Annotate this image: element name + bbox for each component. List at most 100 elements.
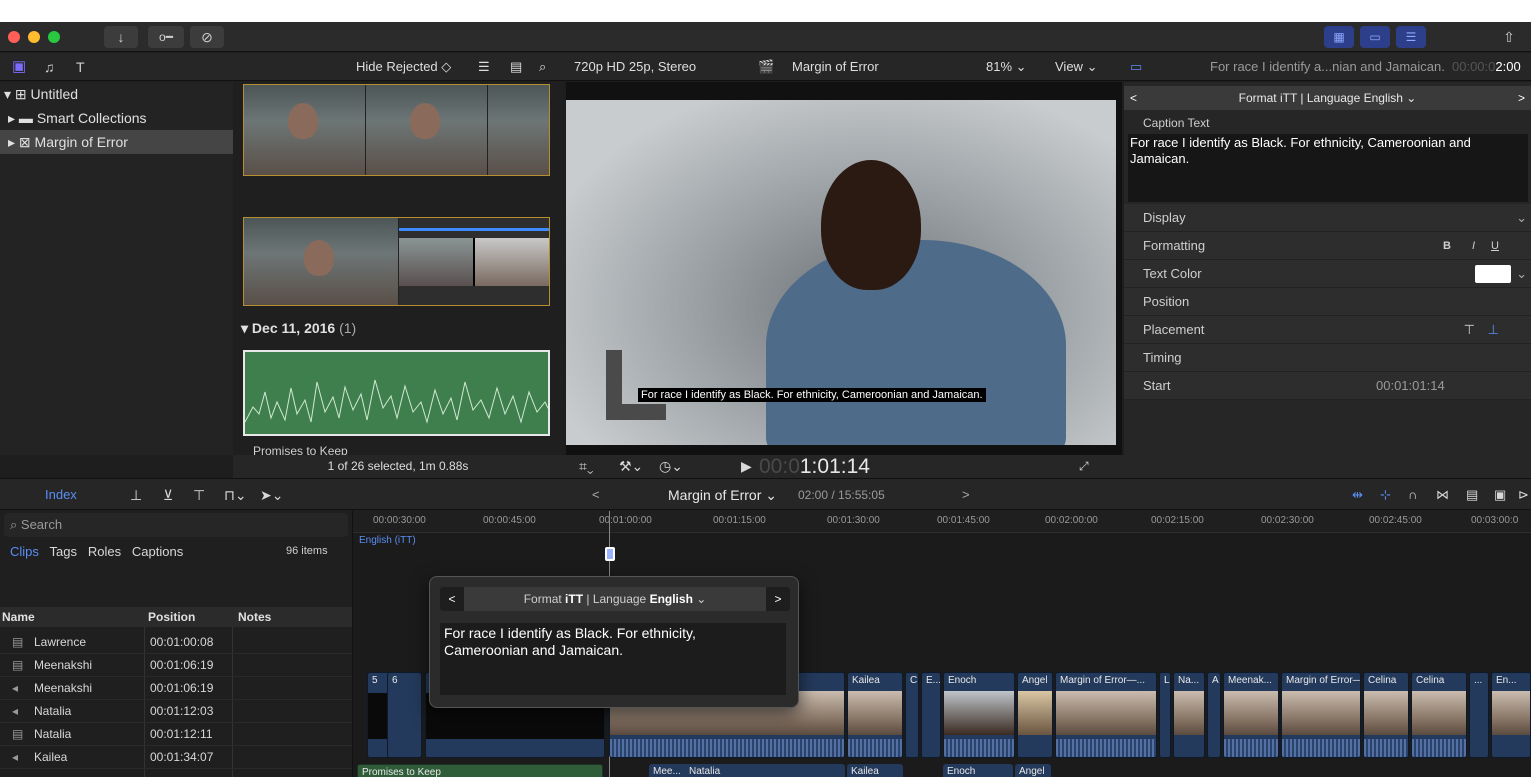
audio-clip[interactable]: Natalia — [685, 764, 845, 777]
forward-icon[interactable]: > — [962, 479, 970, 511]
back-icon[interactable]: < — [592, 479, 600, 511]
date-group-header[interactable]: ▾ Dec 11, 2016 (1) — [241, 320, 356, 337]
caption-marker[interactable] — [605, 547, 615, 561]
timeline-clip[interactable]: Kailea — [847, 672, 903, 758]
timeline-view-icon[interactable]: ▭ — [1360, 26, 1390, 48]
placement-bottom-icon[interactable]: ⊥ — [1488, 316, 1499, 344]
timeline-clip[interactable]: Margin of Error—... — [1055, 672, 1157, 758]
chevron-right-icon[interactable]: > — [766, 587, 790, 611]
timeline-clip[interactable]: ... — [1469, 672, 1489, 758]
clip-filmstrip[interactable] — [243, 217, 550, 306]
zoom-window-button[interactable] — [48, 31, 60, 43]
transitions-icon[interactable]: ⊳ — [1518, 479, 1529, 511]
key-icon[interactable]: o━ — [148, 26, 184, 48]
library-untitled[interactable]: ▾ ⊞ Untitled — [0, 82, 233, 106]
tab-roles[interactable]: Roles — [88, 544, 121, 559]
audio-clip[interactable]: Enoch — [943, 764, 1013, 777]
chevron-left-icon[interactable]: < — [440, 587, 464, 611]
timeline-clip[interactable]: 6 — [387, 672, 422, 758]
italic-button[interactable]: I — [1472, 232, 1475, 260]
caption-text-field[interactable]: For race I identify as Black. For ethnic… — [1128, 134, 1528, 202]
chevron-left-icon[interactable]: < — [1130, 86, 1137, 110]
audio-clip[interactable]: Promises to Keep — [357, 764, 603, 777]
timeline-project-name[interactable]: Margin of Error ⌄ — [668, 479, 777, 511]
search-input[interactable]: ⌕ Search — [4, 513, 348, 537]
photos-audio-icon[interactable]: ♫ — [44, 53, 55, 81]
table-row[interactable]: ▤ Meenakshi 00:01:06:19 — [0, 654, 352, 677]
popover-caption-field[interactable]: For race I identify as Black. For ethnic… — [440, 623, 786, 695]
clip-appearance-icon[interactable]: ☰ — [478, 53, 490, 81]
transform-icon[interactable]: ⌗⌄ — [579, 458, 594, 475]
underline-button[interactable]: U — [1491, 232, 1499, 260]
hide-rejected-filter[interactable]: Hide Rejected ◇ — [356, 53, 451, 81]
tab-captions[interactable]: Captions — [132, 544, 183, 559]
smart-collections-item[interactable]: ▸ ▬ Smart Collections — [0, 106, 233, 130]
timeline-clip[interactable]: L — [1159, 672, 1171, 758]
search-icon[interactable]: ⌕ — [539, 53, 546, 81]
timeline-ruler[interactable]: 00:00:30:00 00:00:45:00 00:01:00:00 00:0… — [353, 511, 1531, 533]
skimming-icon[interactable]: ⇹ — [1352, 479, 1363, 511]
table-row[interactable]: ◂ Meenakshi 00:01:06:19 — [0, 677, 352, 700]
filmstrip-icon[interactable]: ▤ — [510, 53, 522, 81]
audio-skimming-icon[interactable]: ⊹ — [1380, 479, 1391, 511]
timeline-clip[interactable]: Margin of Error—P... — [1281, 672, 1361, 758]
index-button[interactable]: Index — [45, 479, 77, 511]
audio-clip[interactable]: Angel — [1015, 764, 1051, 777]
connect-clip-icon[interactable]: ⊥ — [130, 479, 142, 511]
column-name[interactable]: Name — [2, 607, 35, 627]
timeline-clip[interactable]: Angel — [1017, 672, 1053, 758]
column-notes[interactable]: Notes — [238, 607, 271, 627]
titles-generators-icon[interactable]: T — [76, 53, 85, 81]
clapper-star-icon[interactable]: ▣ — [12, 53, 26, 81]
placement-top-icon[interactable]: ⊤ — [1464, 316, 1475, 344]
download-icon[interactable]: ↓ — [104, 26, 138, 48]
clip-filmstrip[interactable] — [243, 84, 550, 176]
audio-clip-thumbnail[interactable] — [243, 350, 550, 436]
clip-appearance-icon[interactable]: ▤ — [1466, 479, 1478, 511]
view-menu[interactable]: View ⌄ — [1055, 53, 1097, 81]
play-icon[interactable]: ▶ — [741, 458, 752, 475]
retime-icon[interactable]: ◷⌄ — [659, 458, 683, 475]
checkmark-circle-icon[interactable]: ⊘ — [190, 26, 224, 48]
tab-clips[interactable]: Clips — [10, 544, 39, 559]
popover-format-bar[interactable]: < Format iTT | Language English ⌄ > — [440, 587, 790, 611]
event-margin-of-error[interactable]: ▸ ⊠ Margin of Error — [0, 130, 233, 154]
table-row[interactable]: ▤ Natalia 00:01:12:11 — [0, 723, 352, 746]
solo-icon[interactable]: ∩ — [1408, 479, 1417, 511]
chevron-down-icon[interactable]: ⌄ — [1516, 260, 1527, 288]
timeline-clip[interactable]: Celina — [1363, 672, 1409, 758]
timeline-clip[interactable]: C — [905, 672, 919, 758]
share-icon[interactable]: ⇧ — [1494, 26, 1524, 48]
table-row[interactable]: ▤ Lawrence 00:01:00:08 — [0, 631, 352, 654]
chevron-right-icon[interactable]: > — [1518, 86, 1525, 110]
library-view-icon[interactable]: ▦ — [1324, 26, 1354, 48]
snapping-icon[interactable]: ⋈ — [1436, 479, 1449, 511]
select-tool-icon[interactable]: ➤⌄ — [260, 479, 283, 511]
effects-icon[interactable]: ▣ — [1494, 479, 1506, 511]
start-timecode[interactable]: 00:01:01:14 — [1376, 372, 1445, 400]
tab-tags[interactable]: Tags — [50, 544, 77, 559]
timeline-clip[interactable]: Celina — [1411, 672, 1467, 758]
bold-button[interactable]: B — [1443, 232, 1451, 260]
zoom-menu[interactable]: 81% ⌄ — [986, 53, 1027, 81]
audio-clip[interactable]: Kailea — [847, 764, 903, 777]
timeline-clip[interactable]: Na... — [1173, 672, 1205, 758]
color-well[interactable] — [1475, 265, 1511, 283]
timeline-clip[interactable]: E... — [921, 672, 941, 758]
timeline-clip[interactable]: En... — [1491, 672, 1531, 758]
display-row[interactable]: Display ⌄ — [1124, 204, 1531, 232]
overwrite-clip-icon[interactable]: ⊓⌄ — [224, 479, 247, 511]
fullscreen-icon[interactable]: ⤢ — [1079, 459, 1089, 474]
table-row[interactable]: ◂ Natalia 00:01:12:03 — [0, 700, 352, 723]
table-row[interactable]: ◂ Kailea 00:01:34:07 — [0, 746, 352, 769]
format-language-bar[interactable]: < Format iTT | Language English ⌄ > — [1124, 86, 1531, 110]
append-clip-icon[interactable]: ⊤ — [193, 479, 205, 511]
minimize-window-button[interactable] — [28, 31, 40, 43]
close-window-button[interactable] — [8, 31, 20, 43]
enhance-icon[interactable]: ⚒⌄ — [619, 458, 643, 475]
timeline-clip[interactable]: A — [1207, 672, 1221, 758]
timeline-clip[interactable]: Enoch — [943, 672, 1015, 758]
timeline-clip[interactable]: Meenak... — [1223, 672, 1279, 758]
column-position[interactable]: Position — [148, 607, 195, 627]
insert-clip-icon[interactable]: ⊻ — [163, 479, 173, 511]
